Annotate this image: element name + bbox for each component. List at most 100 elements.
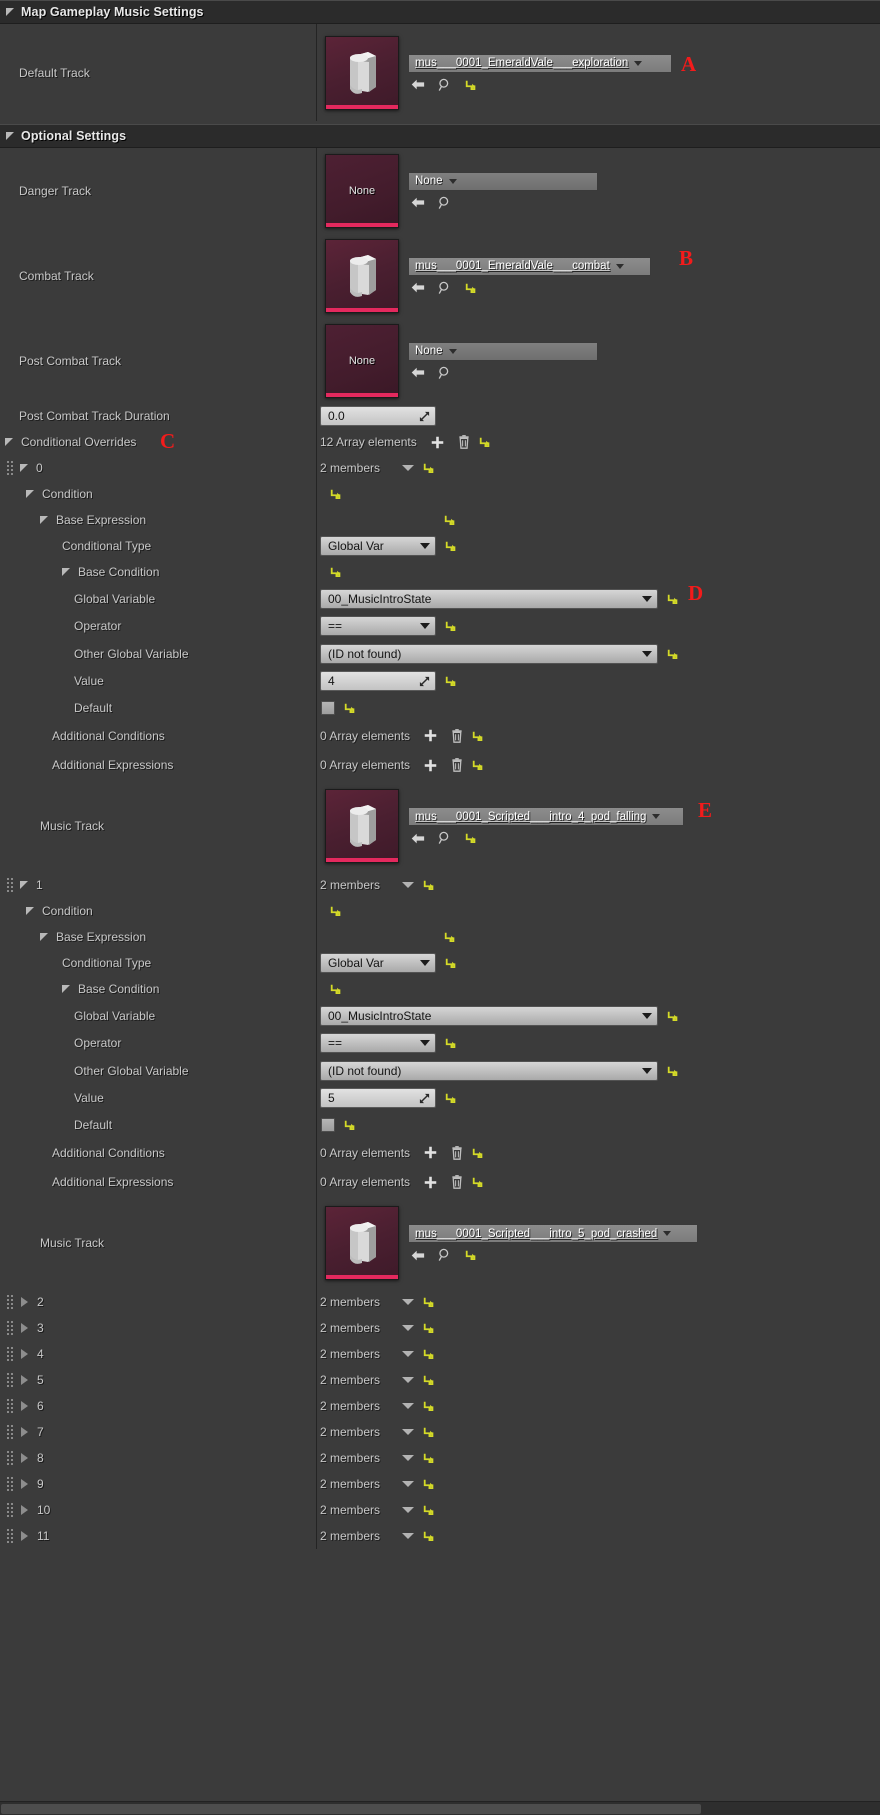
reset-to-default-icon[interactable]: [423, 1322, 435, 1334]
category-header-map-gameplay-music-settings[interactable]: Map Gameplay Music Settings: [0, 0, 880, 24]
reset-to-default-icon[interactable]: [444, 931, 456, 943]
drag-spinner-icon[interactable]: [419, 411, 430, 422]
reset-to-default-icon[interactable]: [667, 648, 679, 660]
asset-dropdown-post-combat-track[interactable]: None: [408, 341, 598, 361]
add-element-icon[interactable]: [424, 1176, 437, 1189]
drag-spinner-icon[interactable]: [419, 1093, 430, 1104]
expander-triangle-icon[interactable]: [26, 907, 34, 915]
browse-to-asset-icon[interactable]: [411, 1249, 425, 1262]
expander-triangle-icon[interactable]: [5, 438, 13, 446]
expander-triangle-icon[interactable]: [21, 1427, 28, 1437]
expander-triangle-icon[interactable]: [21, 1453, 28, 1463]
chevron-down-icon[interactable]: [402, 1507, 415, 1513]
asset-dropdown-music-track-0[interactable]: mus___0001_Scripted___intro_4_pod_fallin…: [408, 807, 684, 826]
reset-to-default-icon[interactable]: [445, 540, 457, 552]
chevron-down-icon[interactable]: [402, 1403, 415, 1409]
dropdown-operator[interactable]: ==: [320, 1033, 436, 1053]
category-header-optional-settings[interactable]: Optional Settings: [0, 124, 880, 148]
reset-to-default-icon[interactable]: [472, 1176, 484, 1188]
reset-to-default-icon[interactable]: [423, 1478, 435, 1490]
drag-handle-icon[interactable]: [7, 1451, 14, 1465]
chevron-down-icon[interactable]: [402, 1377, 415, 1383]
drag-handle-icon[interactable]: [7, 1503, 14, 1517]
search-asset-icon[interactable]: [438, 1248, 452, 1262]
reset-to-default-icon[interactable]: [423, 879, 435, 891]
expander-triangle-icon[interactable]: [21, 1531, 28, 1541]
drag-handle-icon[interactable]: [7, 1373, 14, 1387]
reset-to-default-icon[interactable]: [330, 566, 342, 578]
reset-to-default-icon[interactable]: [330, 905, 342, 917]
chevron-down-icon[interactable]: [402, 465, 415, 471]
add-element-icon[interactable]: [431, 436, 444, 449]
browse-to-asset-icon[interactable]: [411, 832, 425, 845]
reset-to-default-icon[interactable]: [423, 1374, 435, 1386]
expander-triangle-icon[interactable]: [21, 1479, 28, 1489]
chevron-down-icon[interactable]: [402, 1533, 415, 1539]
dropdown-global-variable[interactable]: 00_MusicIntroState: [320, 1005, 658, 1026]
reset-to-default-icon[interactable]: [667, 1065, 679, 1077]
add-element-icon[interactable]: [424, 729, 437, 742]
expander-triangle-icon[interactable]: [6, 8, 14, 16]
expander-triangle-icon[interactable]: [21, 1349, 28, 1359]
checkbox-default[interactable]: [321, 1117, 335, 1132]
delete-element-icon[interactable]: [451, 1175, 463, 1189]
drag-handle-icon[interactable]: [7, 1321, 14, 1335]
asset-thumbnail[interactable]: [325, 1206, 399, 1280]
expander-triangle-icon[interactable]: [20, 881, 28, 889]
expander-triangle-icon[interactable]: [26, 490, 34, 498]
delete-element-icon[interactable]: [451, 758, 463, 772]
dropdown-global-variable[interactable]: 00_MusicIntroState: [320, 588, 658, 609]
expander-triangle-icon[interactable]: [6, 132, 14, 140]
chevron-down-icon[interactable]: [402, 1481, 415, 1487]
reset-to-default-icon[interactable]: [472, 759, 484, 771]
asset-dropdown-default-track[interactable]: mus___0001_EmeraldVale___exploration: [408, 53, 672, 73]
dropdown-operator[interactable]: ==: [320, 616, 436, 636]
expander-triangle-icon[interactable]: [40, 933, 48, 941]
expander-triangle-icon[interactable]: [21, 1323, 28, 1333]
reset-to-default-icon[interactable]: [423, 1504, 435, 1516]
reset-to-default-icon[interactable]: [423, 1530, 435, 1542]
delete-element-icon[interactable]: [451, 729, 463, 743]
expander-triangle-icon[interactable]: [21, 1401, 28, 1411]
drag-handle-icon[interactable]: [7, 1425, 14, 1439]
drag-handle-icon[interactable]: [7, 461, 14, 475]
asset-picker-music-track-1[interactable]: mus___0001_Scripted___intro_5_pod_crashe…: [320, 1206, 698, 1280]
reset-to-default-icon[interactable]: [472, 730, 484, 742]
reset-to-default-icon[interactable]: [423, 1426, 435, 1438]
scrollbar-thumb[interactable]: [1, 1804, 701, 1814]
chevron-down-icon[interactable]: [402, 1325, 415, 1331]
browse-to-asset-icon[interactable]: [411, 196, 425, 209]
horizontal-scrollbar[interactable]: [0, 1801, 880, 1815]
dropdown-conditional-type[interactable]: Global Var: [320, 953, 436, 973]
expander-triangle-icon[interactable]: [21, 1505, 28, 1515]
asset-thumbnail[interactable]: None: [325, 323, 399, 398]
asset-thumbnail[interactable]: [325, 238, 399, 313]
drag-handle-icon[interactable]: [7, 1399, 14, 1413]
asset-thumbnail[interactable]: [325, 789, 399, 863]
browse-to-asset-icon[interactable]: [411, 78, 425, 91]
reset-to-default-icon[interactable]: [445, 675, 457, 687]
reset-to-default-icon[interactable]: [344, 1119, 356, 1131]
asset-picker-music-track-0[interactable]: mus___0001_Scripted___intro_4_pod_fallin…: [320, 789, 684, 863]
asset-picker-post-combat-track[interactable]: None None: [320, 323, 598, 398]
reset-to-default-icon[interactable]: [445, 1037, 457, 1049]
asset-dropdown-music-track-1[interactable]: mus___0001_Scripted___intro_5_pod_crashe…: [408, 1224, 698, 1243]
asset-dropdown-combat-track[interactable]: mus___0001_EmeraldVale___combat: [408, 256, 651, 276]
dropdown-conditional-type[interactable]: Global Var: [320, 536, 436, 556]
search-asset-icon[interactable]: [438, 281, 452, 295]
expander-triangle-icon[interactable]: [21, 1297, 28, 1307]
browse-to-asset-icon[interactable]: [411, 281, 425, 294]
asset-thumbnail[interactable]: None: [325, 153, 399, 228]
reset-to-default-icon[interactable]: [423, 1296, 435, 1308]
drag-spinner-icon[interactable]: [419, 676, 430, 687]
asset-dropdown-danger-track[interactable]: None: [408, 171, 598, 191]
reset-to-default-icon[interactable]: [330, 488, 342, 500]
search-asset-icon[interactable]: [438, 366, 452, 380]
dropdown-other-global-variable[interactable]: (ID not found): [320, 1061, 658, 1081]
dropdown-other-global-variable[interactable]: (ID not found): [320, 644, 658, 664]
add-element-icon[interactable]: [424, 1146, 437, 1159]
asset-picker-danger-track[interactable]: None None: [320, 153, 598, 228]
chevron-down-icon[interactable]: [402, 1351, 415, 1357]
reset-to-default-icon[interactable]: [472, 1147, 484, 1159]
asset-picker-combat-track[interactable]: mus___0001_EmeraldVale___combat: [320, 238, 651, 313]
